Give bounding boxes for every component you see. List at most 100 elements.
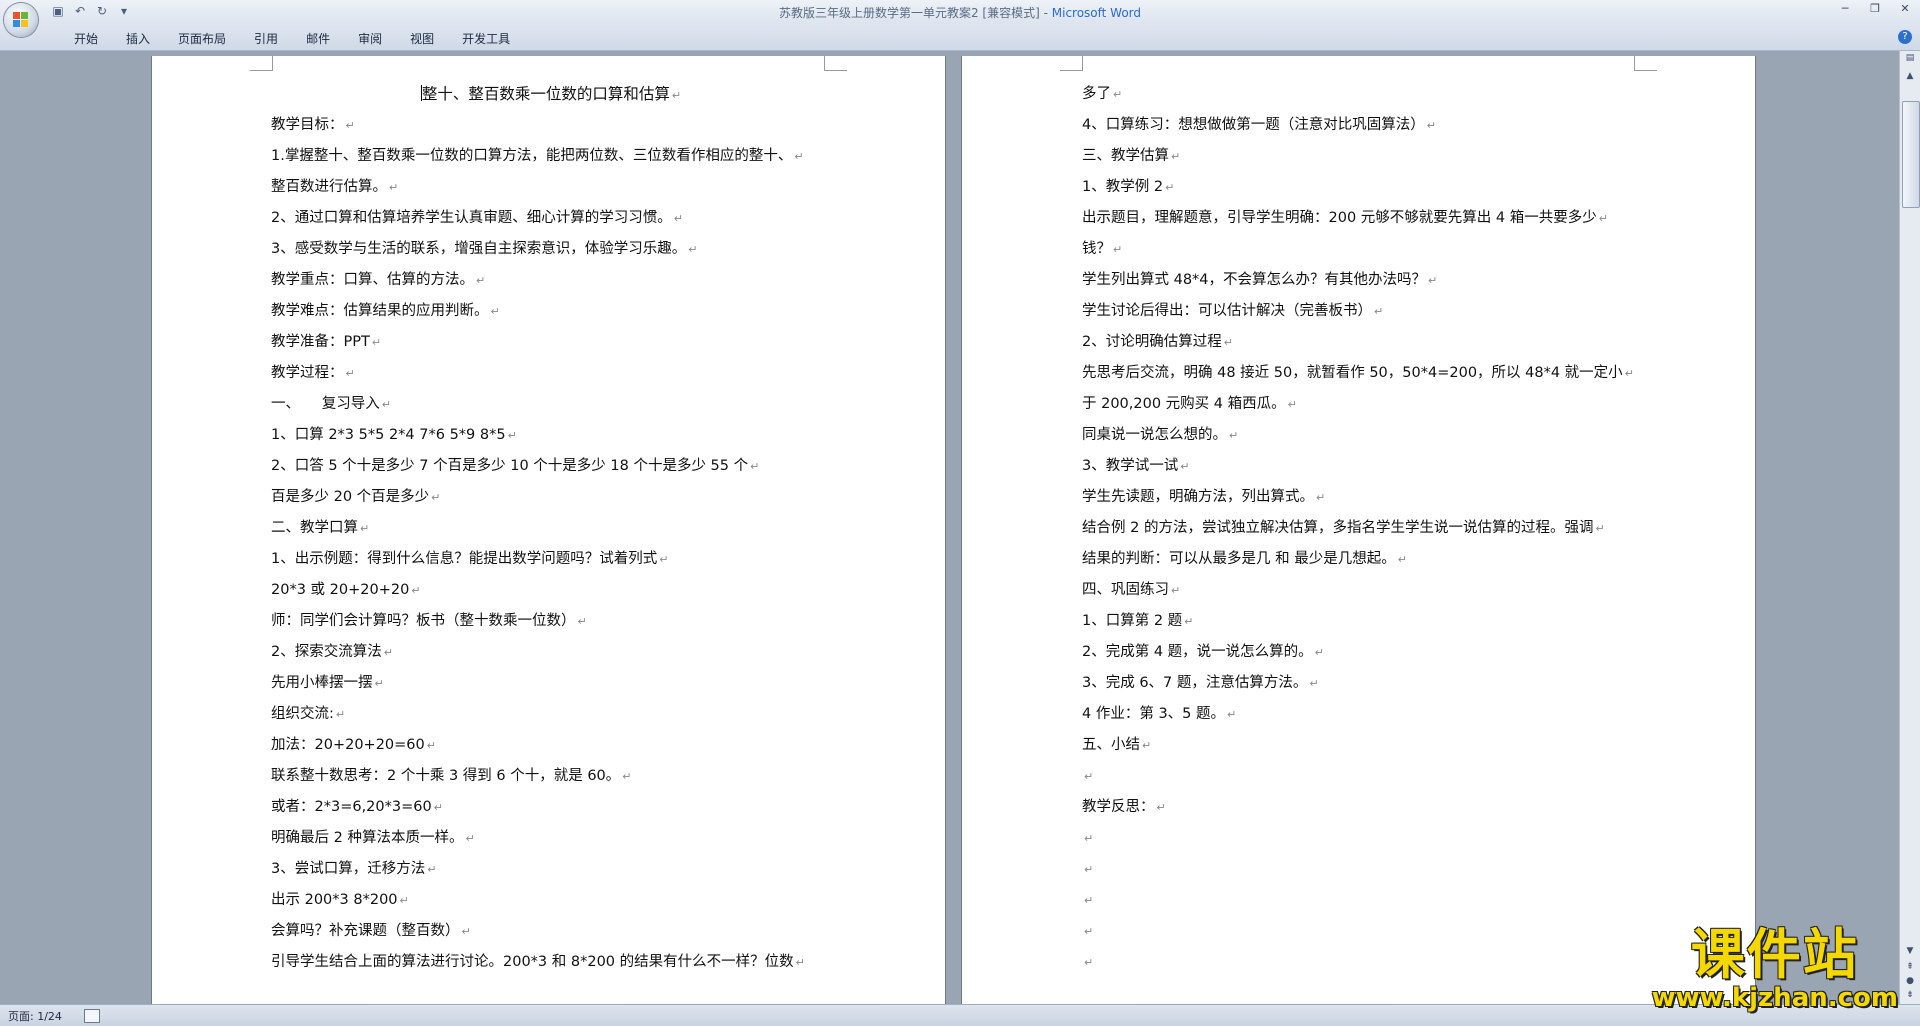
text-line[interactable]: 4、口算练习：想想做做第一题（注意对比巩固算法） ↵ <box>1082 110 1652 141</box>
tab-1[interactable]: 插入 <box>112 30 164 47</box>
tab-6[interactable]: 视图 <box>396 30 448 47</box>
text-line[interactable]: 同桌说一说怎么想的。 ↵ <box>1082 420 1652 451</box>
text-line[interactable]: 五、小结 ↵ <box>1082 730 1652 761</box>
close-icon[interactable]: ✕ <box>1898 2 1912 15</box>
scroll-up-icon[interactable]: ▲ <box>1902 71 1918 85</box>
text-line[interactable]: 百是多少 20 个百是多少 ↵ <box>271 482 831 513</box>
text-line[interactable]: ↵ <box>1082 885 1652 916</box>
scroll-down-icon[interactable]: ▼ <box>1902 946 1918 960</box>
next-page-icon[interactable]: ⇟ <box>1902 990 1918 1004</box>
tab-5[interactable]: 审阅 <box>344 30 396 47</box>
line-text: 教学重点：口算、估算的方法。 <box>271 272 474 288</box>
text-line[interactable]: 先思考后交流，明确 48 接近 50，就暂看作 50，50*4=200，所以 4… <box>1082 358 1652 389</box>
text-line[interactable]: 出示题目，理解题意，引导学生明确：200 元够不够就要先算出 4 箱一共要多少 ↵ <box>1082 203 1652 234</box>
tab-7[interactable]: 开发工具 <box>448 30 524 47</box>
page-2[interactable]: 多了 ↵ 4、口算练习：想想做做第一题（注意对比巩固算法） ↵ 三、教学估算 ↵ 1、教学例… <box>962 56 1755 1004</box>
text-line[interactable]: 4 作业：第 3、5 题。 ↵ <box>1082 699 1652 730</box>
text-line[interactable]: 结合例 2 的方法，尝试独立解决估算，多指名学生学生说一说估算的过程。强调 ↵ <box>1082 513 1652 544</box>
text-line[interactable]: 学生先读题，明确方法，列出算式。 ↵ <box>1082 482 1652 513</box>
text-line[interactable]: ↵ <box>1082 823 1652 854</box>
text-line[interactable]: 学生列出算式 48*4，不会算怎么办？有其他办法吗？ ↵ <box>1082 265 1652 296</box>
tab-0[interactable]: 开始 <box>60 30 112 47</box>
text-line[interactable]: 2、完成第 4 题，说一说怎么算的。 ↵ <box>1082 637 1652 668</box>
text-line[interactable]: ↵ <box>1082 854 1652 885</box>
text-line[interactable]: 多了 ↵ <box>1082 79 1652 110</box>
text-line[interactable]: 3、尝试口算，迁移方法 ↵ <box>271 854 831 885</box>
tab-4[interactable]: 邮件 <box>292 30 344 47</box>
text-line[interactable]: 组织交流: ↵ <box>271 699 831 730</box>
text-line[interactable]: 2、通过口算和估算培养学生认真审题、细心计算的学习习惯。 ↵ <box>271 203 831 234</box>
text-line[interactable]: 3、完成 6、7 题，注意估算方法。 ↵ <box>1082 668 1652 699</box>
text-line[interactable]: 加法：20+20+20=60 ↵ <box>271 730 831 761</box>
text-line[interactable]: 明确最后 2 种算法本质一样。 ↵ <box>271 823 831 854</box>
page-1[interactable]: 整十、整百数乘一位数的口算和估算 ↵ 教学目标： ↵ 1.掌握整十、整百数乘一位数的口… <box>152 56 945 1004</box>
text-line[interactable]: 1、口算第 2 题 ↵ <box>1082 606 1652 637</box>
page-1-text[interactable]: 整十、整百数乘一位数的口算和估算 ↵ 教学目标： ↵ 1.掌握整十、整百数乘一位数的口… <box>271 79 831 978</box>
paragraph-mark-icon: ↵ <box>1309 677 1319 690</box>
text-line[interactable]: ↵ <box>1082 947 1652 978</box>
text-line[interactable]: 整百数进行估算。 ↵ <box>271 172 831 203</box>
paragraph-mark-icon: ↵ <box>381 398 391 411</box>
tab-3[interactable]: 引用 <box>240 30 292 47</box>
text-line[interactable]: 或者：2*3=6,20*3=60 ↵ <box>271 792 831 823</box>
text-line[interactable]: ↵ <box>1082 916 1652 947</box>
previous-page-icon[interactable]: ⇞ <box>1902 962 1918 976</box>
text-line[interactable]: 学生讨论后得出：可以估计解决（完善板书） ↵ <box>1082 296 1652 327</box>
paragraph-mark-icon: ↵ <box>1223 336 1233 349</box>
ruler-toggle-icon[interactable]: ▤ <box>1902 53 1918 67</box>
text-line[interactable]: 出示 200*3 8*200 ↵ <box>271 885 831 916</box>
page-2-text[interactable]: 多了 ↵ 4、口算练习：想想做做第一题（注意对比巩固算法） ↵ 三、教学估算 ↵ 1、教学例… <box>1082 79 1652 978</box>
text-line[interactable]: 先用小棒摆一摆 ↵ <box>271 668 831 699</box>
text-line[interactable]: 会算吗？补充课题（整百数） ↵ <box>271 916 831 947</box>
text-line[interactable]: 2、口答 5 个十是多少 7 个百是多少 10 个十是多少 18 个十是多少 5… <box>271 451 831 482</box>
vertical-scrollbar[interactable]: ▤ ▲ ▼ ⇞ ● ⇟ <box>1899 51 1920 1004</box>
text-line[interactable]: 1.掌握整十、整百数乘一位数的口算方法，能把两位数、三位数看作相应的整十、 ↵ <box>271 141 831 172</box>
text-line[interactable]: 师：同学们会计算吗？板书（整十数乘一位数） ↵ <box>271 606 831 637</box>
watermark-logo: 课件站 www.kjzhan.com <box>1652 923 1898 1013</box>
line-text: 明确最后 2 种算法本质一样。 <box>271 830 464 846</box>
text-line[interactable]: 结果的判断：可以从最多是几 和 最少是几想起。 ↵ <box>1082 544 1652 575</box>
text-line[interactable]: 于 200,200 元购买 4 箱西瓜。 ↵ <box>1082 389 1652 420</box>
text-line[interactable]: ↵ <box>1082 761 1652 792</box>
text-line[interactable]: 三、教学估算 ↵ <box>1082 141 1652 172</box>
line-text: 于 200,200 元购买 4 箱西瓜。 <box>1082 396 1286 412</box>
help-icon[interactable]: ? <box>1898 30 1912 44</box>
text-line[interactable]: 二、教学口算 ↵ <box>271 513 831 544</box>
text-line[interactable]: 3、教学试一试 ↵ <box>1082 451 1652 482</box>
text-line[interactable]: 教学反思： ↵ <box>1082 792 1652 823</box>
text-line[interactable]: 1、教学例 2 ↵ <box>1082 172 1652 203</box>
text-line[interactable]: 教学目标： ↵ <box>271 110 831 141</box>
text-line[interactable]: 教学过程： ↵ <box>271 358 831 389</box>
text-line[interactable]: 四、巩固练习 ↵ <box>1082 575 1652 606</box>
text-line[interactable]: 引导学生结合上面的算法进行讨论。200*3 和 8*200 的结果有什么不一样？… <box>271 947 831 978</box>
text-line[interactable]: 20*3 或 20+20+20 ↵ <box>271 575 831 606</box>
text-line[interactable]: 一、 复习导入 ↵ <box>271 389 831 420</box>
select-browse-object-icon[interactable]: ● <box>1902 976 1918 990</box>
document-title-line[interactable]: 整十、整百数乘一位数的口算和估算 ↵ <box>271 79 831 110</box>
minimize-icon[interactable]: ─ <box>1838 2 1852 15</box>
text-line[interactable]: 教学重点：口算、估算的方法。 ↵ <box>271 265 831 296</box>
watermark-title: 课件站 <box>1690 923 1859 986</box>
restore-icon[interactable]: ❐ <box>1868 2 1882 15</box>
text-line[interactable]: 教学难点：估算结果的应用判断。 ↵ <box>271 296 831 327</box>
text-line[interactable]: 教学准备：PPT ↵ <box>271 327 831 358</box>
text-line[interactable]: 2、探索交流算法 ↵ <box>271 637 831 668</box>
paragraph-mark-icon: ↵ <box>1084 863 1094 876</box>
text-line[interactable]: 2、讨论明确估算过程 ↵ <box>1082 327 1652 358</box>
text-line[interactable]: 联系整十数思考：2 个十乘 3 得到 6 个十，就是 60。 ↵ <box>271 761 831 792</box>
text-line[interactable]: 钱？ ↵ <box>1082 234 1652 265</box>
text-line[interactable]: 1、出示例题：得到什么信息？能提出数学问题吗？试着列式 ↵ <box>271 544 831 575</box>
status-bar: 页面: 1/24 <box>0 1004 1920 1026</box>
scroll-thumb[interactable] <box>1902 101 1920 208</box>
tab-2[interactable]: 页面布局 <box>164 30 240 47</box>
page-count-status[interactable]: 页面: 1/24 <box>8 1008 62 1024</box>
office-button[interactable] <box>4 3 38 37</box>
paragraph-mark-icon: ↵ <box>1316 491 1326 504</box>
line-text: 同桌说一说怎么想的。 <box>1082 427 1227 443</box>
paragraph-mark-icon: ↵ <box>671 89 682 102</box>
text-line[interactable]: 3、感受数学与生活的联系，增强自主探索意识，体验学习乐趣。 ↵ <box>271 234 831 265</box>
text-line[interactable]: 1、口算 2*3 5*5 2*4 7*6 5*9 8*5 ↵ <box>271 420 831 451</box>
paragraph-mark-icon: ↵ <box>795 956 805 969</box>
document-area[interactable]: 整十、整百数乘一位数的口算和估算 ↵ 教学目标： ↵ 1.掌握整十、整百数乘一位数的口… <box>0 51 1900 1004</box>
proofing-status-icon[interactable] <box>84 1009 100 1023</box>
